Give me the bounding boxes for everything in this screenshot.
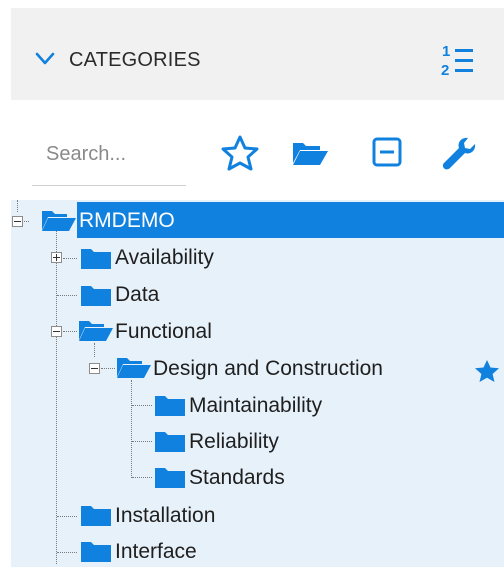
tree-node-label: Data bbox=[115, 283, 160, 306]
wrench-icon[interactable] bbox=[438, 134, 478, 172]
tree-node-label: Design and Construction bbox=[153, 357, 383, 380]
tree-node-label: RMDEMO bbox=[79, 209, 175, 232]
tree-connector bbox=[101, 368, 115, 369]
folder-open-icon bbox=[42, 211, 76, 231]
tree-connector bbox=[56, 230, 57, 564]
tree-connector bbox=[132, 477, 152, 478]
tree-node-label: Standards bbox=[189, 466, 285, 489]
tree-node-label: Functional bbox=[115, 320, 212, 343]
tree-connector bbox=[17, 200, 18, 212]
tree-connector bbox=[132, 405, 152, 406]
folder-icon bbox=[155, 396, 185, 416]
star-outline-icon[interactable] bbox=[220, 134, 260, 172]
tree-connector bbox=[57, 295, 77, 296]
tree-node-label: Maintainability bbox=[189, 394, 323, 417]
folder-open-icon[interactable] bbox=[290, 134, 330, 172]
numbered-list-icon[interactable]: 1 2 bbox=[439, 36, 483, 84]
collapse-toggle[interactable] bbox=[51, 326, 62, 337]
svg-text:2: 2 bbox=[441, 62, 449, 79]
svg-text:1: 1 bbox=[442, 43, 450, 60]
tree-node-label: Availability bbox=[115, 246, 214, 269]
folder-icon bbox=[155, 432, 185, 452]
tree-connector bbox=[57, 516, 77, 517]
collapse-toggle[interactable] bbox=[89, 363, 100, 374]
panel-title[interactable]: CATEGORIES bbox=[69, 49, 201, 72]
category-tree: RMDEMO Availability Data Functional Desi… bbox=[11, 200, 504, 567]
search-box bbox=[32, 135, 186, 186]
folder-icon bbox=[81, 542, 111, 562]
tree-connector bbox=[63, 258, 77, 259]
collapse-toggle[interactable] bbox=[12, 216, 23, 227]
folder-icon bbox=[81, 286, 111, 306]
categories-header: CATEGORIES 1 2 bbox=[11, 8, 504, 100]
search-input[interactable] bbox=[32, 137, 186, 171]
collapse-square-icon[interactable] bbox=[368, 134, 408, 172]
folder-icon bbox=[81, 249, 111, 269]
tree-connector bbox=[94, 343, 95, 357]
folder-open-icon bbox=[79, 321, 113, 341]
expand-toggle[interactable] bbox=[51, 252, 62, 263]
folder-icon bbox=[155, 468, 185, 488]
tree-node-label: Reliability bbox=[189, 430, 279, 453]
tree-node-label: Interface bbox=[115, 540, 197, 563]
folder-icon bbox=[81, 506, 111, 526]
tree-connector bbox=[132, 441, 152, 442]
folder-open-icon bbox=[117, 358, 151, 378]
tree-node-label: Installation bbox=[115, 504, 216, 527]
chevron-down-icon[interactable] bbox=[35, 52, 55, 66]
tree-connector bbox=[131, 380, 132, 478]
tree-connector bbox=[63, 331, 77, 332]
tree-connector bbox=[57, 552, 77, 553]
favorite-star-icon[interactable] bbox=[474, 359, 500, 383]
